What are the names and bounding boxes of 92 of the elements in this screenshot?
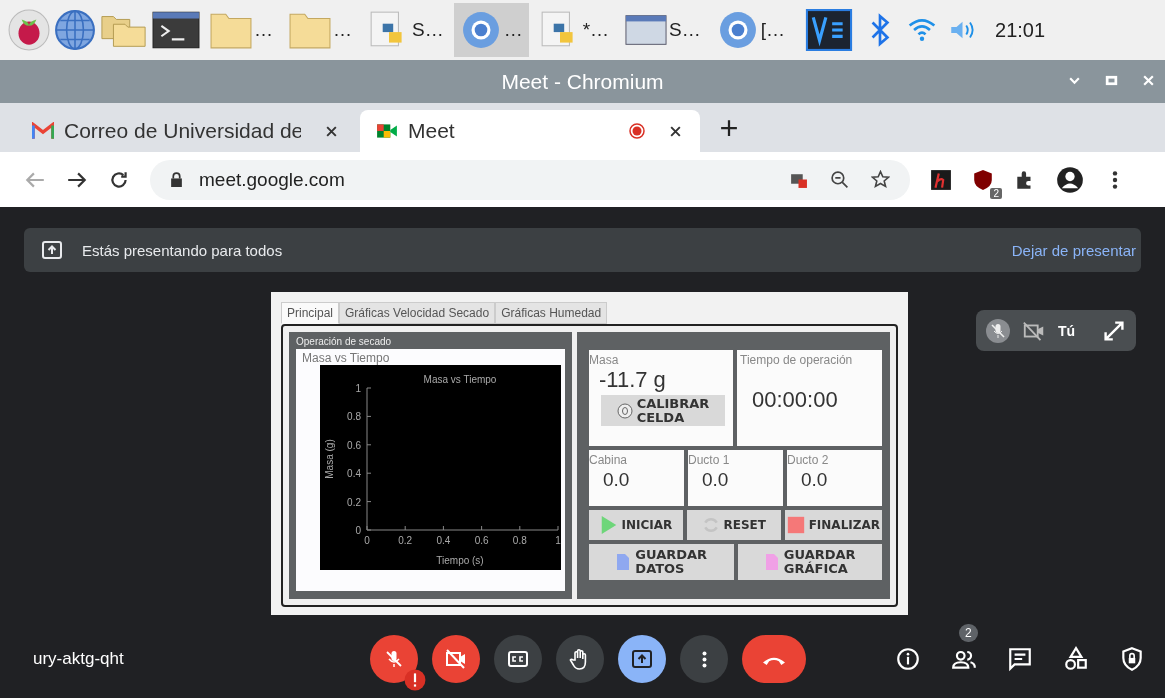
meeting-code: ury-aktg-qht: [33, 649, 125, 669]
mic-button[interactable]: [370, 635, 418, 683]
shield-lock-icon[interactable]: [1119, 646, 1145, 672]
maximize-icon[interactable]: [1105, 74, 1118, 87]
x-tick-label: 0.8: [512, 535, 527, 546]
mic-off-icon[interactable]: [986, 318, 1010, 343]
action-button[interactable]: FINALIZAR: [784, 510, 882, 540]
app-tab[interactable]: Gráficas Humedad: [495, 302, 608, 324]
extension-icon[interactable]: [930, 168, 952, 191]
close-icon[interactable]: [669, 124, 682, 138]
clock[interactable]: 21:01: [995, 18, 1046, 42]
folder-icon: [210, 11, 252, 49]
stop-presenting-link[interactable]: Dejar de presentar: [1011, 241, 1136, 259]
x-tick-label: 0: [364, 535, 370, 546]
expand-icon[interactable]: [1102, 318, 1126, 343]
save-button[interactable]: GUARDAR DATOS: [589, 544, 734, 580]
stop-icon: [786, 515, 805, 535]
chat-icon[interactable]: [1007, 646, 1033, 672]
leave-button[interactable]: [742, 635, 806, 683]
shield-icon[interactable]: [972, 168, 994, 191]
lock-icon: [170, 172, 183, 187]
present-button[interactable]: [618, 635, 666, 683]
mail-icon: [32, 122, 54, 140]
star-icon[interactable]: [871, 170, 890, 189]
x-tick-label: 0.4: [436, 535, 451, 546]
x-axis-label: Tiempo (s): [436, 555, 484, 566]
folder-icon: [289, 11, 331, 49]
save-button[interactable]: GUARDAR GRÁFICA: [737, 544, 882, 580]
y-axis-label: Masa (g): [324, 439, 335, 479]
plot-caption: Masa vs Tiempo: [302, 351, 391, 365]
y-tick-label: 0.8: [347, 411, 361, 423]
action-button[interactable]: RESET: [686, 510, 781, 540]
play-icon: [599, 515, 618, 535]
taskbar-button[interactable]: …: [283, 3, 358, 57]
card-label: Tiempo de operación: [740, 353, 854, 367]
info-icon[interactable]: [895, 646, 921, 672]
captions-button[interactable]: [494, 635, 542, 683]
chart-title: Masa vs Tiempo: [423, 374, 497, 385]
y-tick-label: 0.4: [347, 468, 361, 480]
banner-message: Estás presentando para todos: [82, 241, 283, 259]
action-button[interactable]: INICIAR: [589, 510, 683, 540]
terminal-icon[interactable]: [152, 9, 200, 51]
address-field[interactable]: meet.google.com: [150, 159, 910, 200]
more-button[interactable]: [680, 635, 728, 683]
taskbar-button[interactable]: S…: [362, 3, 450, 57]
camera-off-icon: [444, 647, 468, 671]
taskbar-button[interactable]: […: [710, 3, 792, 57]
mass-value: -11.7 g: [599, 367, 667, 393]
group-title: Operación de secado: [296, 336, 393, 347]
app-tab[interactable]: Principal: [281, 302, 340, 324]
hand-button[interactable]: [556, 635, 604, 683]
reading-value: 0.0: [702, 469, 730, 491]
card-label: Ducto 1: [688, 453, 731, 467]
time-value: 00:00:00: [752, 387, 839, 413]
raspberry-icon[interactable]: [8, 9, 50, 51]
tab-title: Meet: [408, 119, 456, 143]
x-tick-label: 0.2: [398, 535, 413, 546]
taskbar-button[interactable]: …: [204, 3, 279, 57]
x-tick-label: 0.6: [474, 535, 489, 546]
more-icon: [701, 650, 707, 668]
extension-badge: 2: [990, 187, 1002, 199]
globe-icon[interactable]: [54, 9, 96, 51]
y-tick-label: 0.6: [347, 439, 361, 451]
taskbar-button[interactable]: S…: [619, 3, 707, 57]
participant-count-badge: 2: [959, 624, 978, 642]
present-icon: [42, 241, 62, 259]
card-label: Masa: [589, 353, 620, 367]
new-tab-icon[interactable]: [720, 118, 738, 137]
profile-icon[interactable]: [1056, 165, 1084, 194]
card-label: Cabina: [589, 453, 629, 467]
zoom-out-icon[interactable]: [830, 170, 849, 189]
taskbar-button[interactable]: *…: [532, 3, 616, 57]
y-tick-label: 0.2: [347, 496, 361, 508]
shapes-icon[interactable]: [1063, 646, 1089, 672]
present-icon: [630, 647, 654, 671]
close-icon[interactable]: [325, 124, 338, 138]
card-label: Ducto 2: [787, 453, 830, 467]
document-icon: [615, 553, 632, 571]
y-tick-label: 0: [355, 525, 361, 536]
calibrate-button[interactable]: CALIBRAR CELDA: [601, 395, 725, 427]
y-tick-label: 1: [355, 383, 361, 394]
app-tab[interactable]: Gráficas Velocidad Secado: [339, 302, 496, 324]
video-camera-icon: [376, 122, 398, 140]
x-tick-label: 1: [555, 535, 561, 546]
image-file-icon: [763, 553, 780, 571]
window-title: Meet - Chromium: [501, 69, 664, 94]
browser-tab[interactable]: Meet: [360, 110, 700, 152]
reading-value: 0.0: [801, 469, 829, 491]
reading-value: 0.0: [603, 469, 631, 491]
taskbar-button[interactable]: …: [453, 3, 529, 57]
camera-button[interactable]: [432, 635, 480, 683]
participant-name: Tú: [1058, 322, 1077, 339]
